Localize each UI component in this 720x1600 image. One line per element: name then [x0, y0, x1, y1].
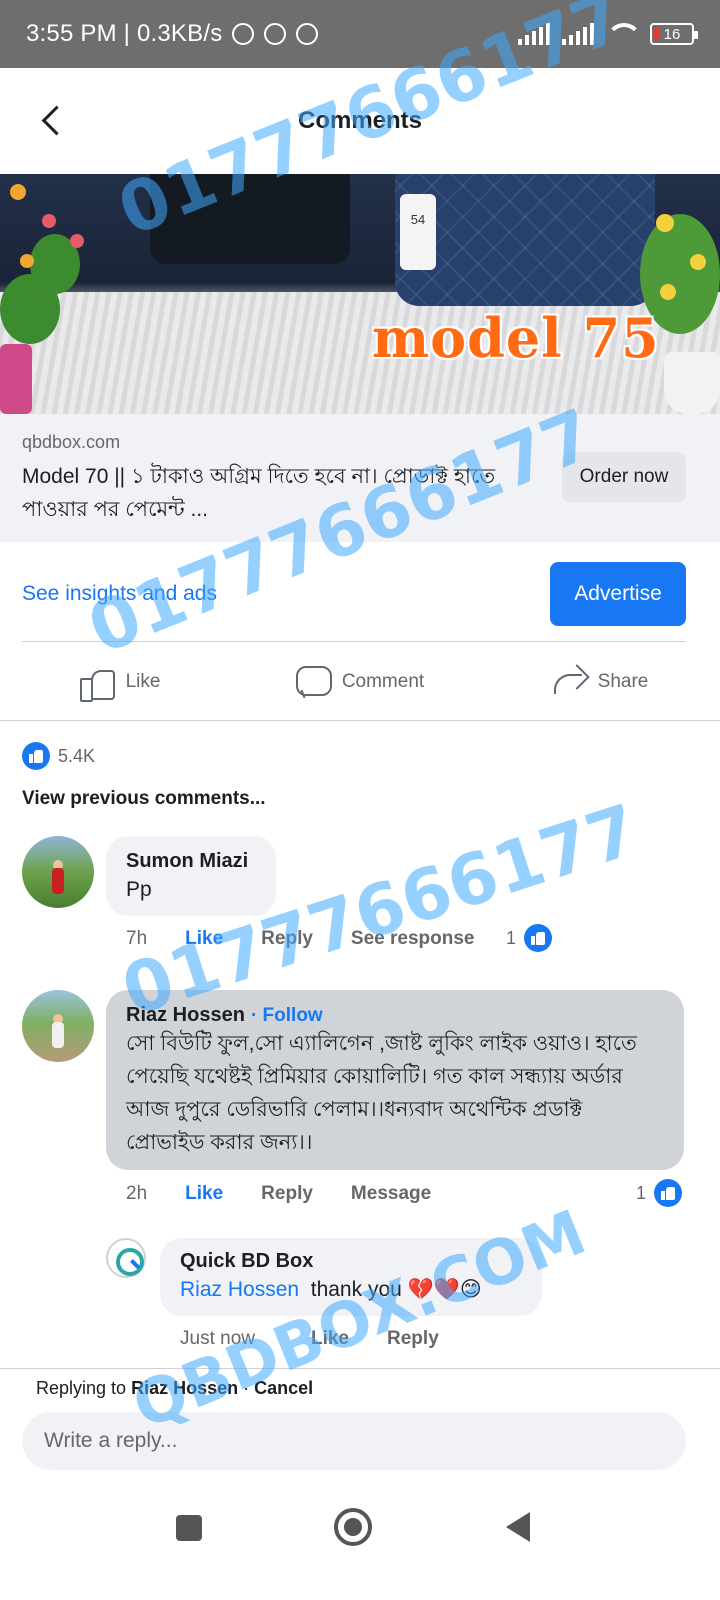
ad-overlay-text: model 75	[372, 306, 660, 370]
like-icon	[79, 666, 115, 702]
comment-button[interactable]: Comment	[240, 666, 480, 698]
avatar[interactable]	[22, 990, 94, 1062]
reply-text: thank you 💔❤️😊	[310, 1278, 482, 1301]
watermark-site: QBDBOX.COM	[122, 1195, 596, 1443]
signal-icon	[518, 23, 550, 45]
battery-level: 16	[663, 25, 681, 43]
comment-like-button[interactable]: Like	[185, 1183, 223, 1205]
see-insights-link[interactable]: See insights and ads	[22, 582, 217, 606]
status-bar: 3:55 PM | 0.3KB/s 16	[0, 0, 720, 68]
recents-button-icon[interactable]	[176, 1515, 202, 1541]
reply-author[interactable]: Quick BD Box	[180, 1250, 522, 1273]
ad-headline: Model 70 || ১ টাকাও অগ্রিম দিতে হবে না। …	[22, 465, 496, 521]
comment-meta: 2h Like Reply Message	[126, 1183, 469, 1205]
dark-bag	[150, 174, 350, 264]
divider	[0, 1368, 720, 1369]
reply-mention[interactable]: Riaz Hossen	[180, 1278, 299, 1301]
page-avatar[interactable]	[106, 1238, 146, 1278]
divider	[22, 641, 686, 642]
battery-icon: 16	[650, 23, 698, 45]
ad-image[interactable]: 54 model 75	[0, 174, 720, 414]
divider	[0, 720, 720, 721]
order-now-button[interactable]: Order now	[562, 452, 686, 502]
replying-prefix: Replying to	[36, 1378, 127, 1398]
comment-like-button[interactable]: Like	[185, 928, 223, 950]
ad-domain: qbdbox.com	[22, 432, 121, 452]
like-label: Like	[125, 671, 161, 692]
home-button-icon[interactable]	[334, 1508, 372, 1546]
comment-author[interactable]: Riaz Hossen	[126, 1004, 245, 1026]
comment-author[interactable]: Sumon Miazi	[126, 850, 256, 873]
replying-name: Riaz Hossen	[131, 1378, 239, 1398]
comment-text: Pp	[126, 878, 152, 901]
comment-reaction-count[interactable]: 1	[636, 1179, 683, 1207]
comment-reaction-count[interactable]: 1	[506, 924, 553, 952]
telegram-icon	[264, 23, 287, 45]
comment-reaction-number: 1	[636, 1182, 647, 1203]
view-previous-comments[interactable]: View previous comments...	[22, 788, 266, 810]
reply-reply-button[interactable]: Reply	[387, 1328, 439, 1350]
comment-reaction-number: 1	[506, 927, 517, 948]
reply-like-button[interactable]: Like	[311, 1328, 349, 1350]
reaction-count: 5.4K	[58, 745, 96, 766]
post-actions: Like Comment Share	[0, 650, 720, 714]
signal-icon	[562, 23, 594, 45]
ad-caption[interactable]: qbdbox.com Model 70 || ১ টাকাও অগ্রিম দি…	[0, 414, 720, 542]
cancel-reply-button[interactable]: Cancel	[254, 1378, 313, 1398]
comment-bubble[interactable]: Sumon Miazi Pp	[106, 836, 276, 916]
like-button[interactable]: Like	[0, 666, 240, 702]
screen: 3:55 PM | 0.3KB/s 16 Comments 54 model 7…	[0, 0, 720, 1600]
sync-icon	[296, 23, 319, 45]
follow-button[interactable]: · Follow	[251, 1005, 323, 1026]
reaction-summary[interactable]: 5.4K	[22, 742, 95, 770]
replying-to-bar: Replying to Riaz Hossen · Cancel	[36, 1378, 313, 1399]
wifi-icon	[606, 23, 642, 45]
reply-time: Just now	[180, 1328, 255, 1349]
back-button-icon[interactable]	[506, 1512, 530, 1542]
comment-text: সো বিউটি ফুল,সো এ্যালিগেন ,জাষ্ট লুকিং ল…	[126, 1032, 637, 1154]
messenger-icon	[232, 23, 255, 45]
comment-bubble[interactable]: Riaz Hossen · Follow সো বিউটি ফুল,সো এ্যা…	[106, 990, 684, 1170]
advertise-button[interactable]: Advertise	[550, 562, 686, 626]
system-icons: 16	[518, 23, 698, 45]
flower-plant-left	[0, 174, 110, 414]
share-label: Share	[597, 671, 649, 692]
reply-bubble[interactable]: Quick BD Box Riaz Hossen thank you 💔❤️😊	[160, 1238, 542, 1316]
comment-time: 7h	[126, 928, 148, 949]
like-reaction-icon	[654, 1179, 683, 1207]
comment-meta: 7h Like Reply See response	[126, 928, 513, 950]
comment-time: 2h	[126, 1183, 148, 1204]
see-response-button[interactable]: See response	[351, 928, 475, 950]
reply-meta: Just now Like Reply	[180, 1328, 477, 1350]
back-arrow-icon[interactable]	[34, 104, 68, 138]
comment-reply-button[interactable]: Reply	[261, 928, 313, 950]
replying-separator: ·	[243, 1378, 250, 1398]
write-reply-input[interactable]	[22, 1412, 686, 1470]
price-tag: 54	[400, 194, 436, 270]
insights-row: See insights and ads Advertise	[22, 562, 686, 626]
comment-icon	[295, 666, 332, 698]
avatar[interactable]	[22, 836, 94, 908]
share-icon	[552, 666, 586, 698]
like-reaction-icon	[524, 924, 553, 952]
comments-header: Comments	[0, 68, 720, 174]
comment-label: Comment	[341, 671, 425, 692]
like-reaction-icon	[22, 742, 50, 770]
message-button[interactable]: Message	[351, 1183, 431, 1205]
page-title: Comments	[297, 107, 423, 134]
comment-reply-button[interactable]: Reply	[261, 1183, 313, 1205]
status-time: 3:55 PM | 0.3KB/s	[26, 20, 223, 47]
notification-icons	[232, 23, 319, 45]
share-button[interactable]: Share	[480, 666, 720, 698]
navigation-bar	[0, 1478, 720, 1600]
